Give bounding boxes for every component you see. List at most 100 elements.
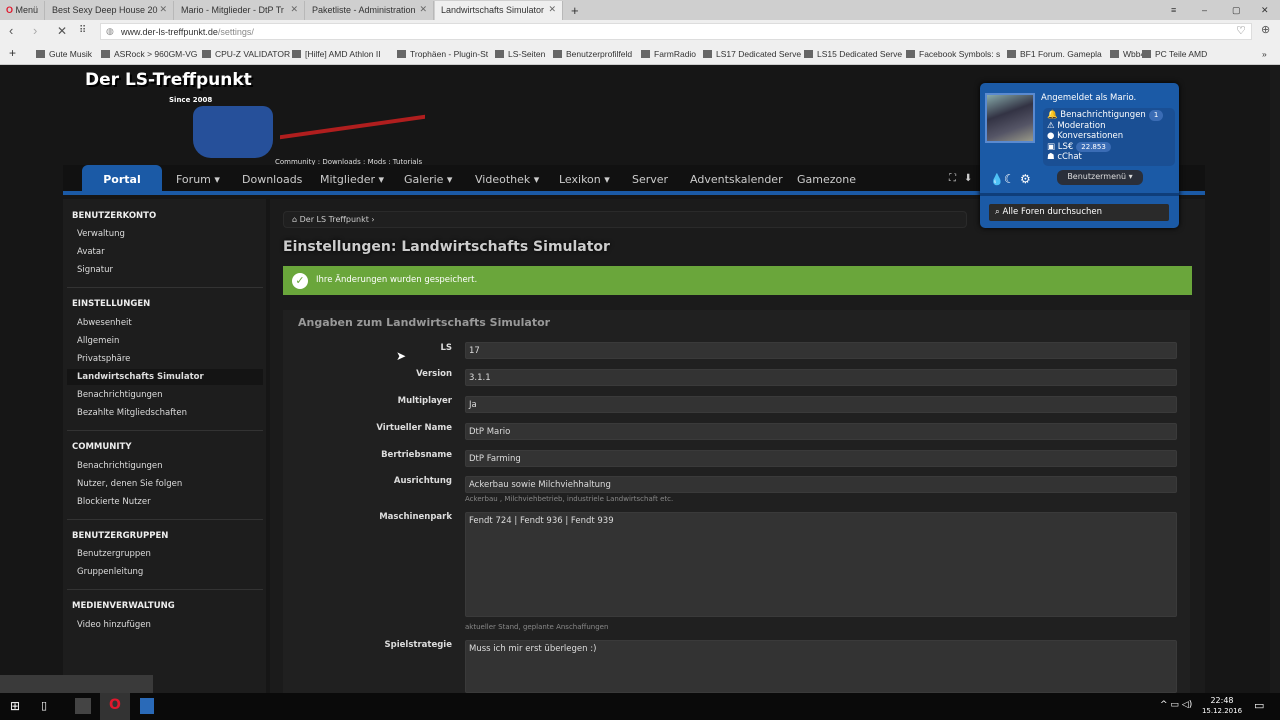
bookmark[interactable]: Facebook Symbols: s <box>906 49 1000 59</box>
opera-taskbar-icon[interactable]: O <box>100 693 130 720</box>
close-window-button[interactable]: ✕ <box>1255 1 1275 20</box>
multiplayer-field[interactable]: Ja <box>465 396 1177 413</box>
sidebar-item-avatar[interactable]: Avatar <box>77 247 105 257</box>
sidebar-item-landwirtschafts-simulator[interactable]: Landwirtschafts Simulator <box>67 369 263 385</box>
browser-tab-active[interactable]: Landwirtschafts Simulator ✕ <box>435 1 563 20</box>
stop-button[interactable]: ✕ <box>57 24 67 38</box>
bookmark[interactable]: BF1 Forum. Gamepla <box>1007 49 1102 59</box>
sidebar-item-signatur[interactable]: Signatur <box>77 265 113 275</box>
bookmark[interactable]: Benutzerprofilfeld <box>553 49 632 59</box>
bookmark[interactable]: Trophäen - Plugin-St <box>397 49 488 59</box>
browser-tab-bar: O Menü Best Sexy Deep House 20 ✕ Mario - … <box>0 0 1280 20</box>
gear-icon[interactable]: ⚙ <box>1020 172 1031 186</box>
add-bookmark-button[interactable]: + <box>9 46 16 60</box>
more-bookmarks-button[interactable]: » <box>1262 49 1267 59</box>
bookmark[interactable]: ASRock > 960GM-VG <box>101 49 197 59</box>
user-link-conversations[interactable]: ● Konversationen <box>1047 131 1171 142</box>
orientation-field[interactable]: Ackerbau sowie Milchviehhaltung <box>465 476 1177 493</box>
sidebar: BENUTZERKONTO Verwaltung Avatar Signatur… <box>63 199 266 693</box>
system-tray-icons[interactable]: ^ ▭ ◁) <box>1160 700 1192 710</box>
bookmark[interactable]: Gute Musik <box>36 49 92 59</box>
site-logo[interactable]: Der LS-Treffpunkt Since 2008 Community :… <box>85 70 430 168</box>
sidebar-item-nutzer-folgen[interactable]: Nutzer, denen Sie folgen <box>77 479 182 489</box>
sidebar-item-verwaltung[interactable]: Verwaltung <box>77 229 125 239</box>
user-menu-button[interactable]: Benutzermenü ▾ <box>1057 170 1143 185</box>
sidebar-item-benachrichtigungen-community[interactable]: Benachrichtigungen <box>77 461 163 471</box>
browser-tab[interactable]: Mario - Mitglieder - DtP Tr ✕ <box>175 1 305 20</box>
company-name-field[interactable]: DtP Farming <box>465 450 1177 467</box>
ls-field[interactable]: 17 <box>465 342 1177 359</box>
address-bar-row: ‹ › ✕ ⠿ ◍ www.der-ls-treffpunkt.de/settin… <box>0 20 1280 43</box>
sidebar-item-privatsphaere[interactable]: Privatsphäre <box>77 354 130 364</box>
browser-tab[interactable]: Paketliste - Administration ✕ <box>306 1 434 20</box>
sidebar-item-benutzergruppen[interactable]: Benutzergruppen <box>77 549 151 559</box>
nav-mitglieder[interactable]: Mitglieder ▾ <box>320 173 384 186</box>
virtual-name-field[interactable]: DtP Mario <box>465 423 1177 440</box>
heart-icon[interactable]: ♡ <box>1236 24 1246 37</box>
notification-icon[interactable]: ▭ <box>1254 699 1264 712</box>
opera-menu-button[interactable]: O Menü <box>0 1 45 20</box>
sidebar-item-bezahlte-mitgliedschaften[interactable]: Bezahlte Mitgliedschaften <box>77 408 187 418</box>
user-link-chat[interactable]: ☗ cChat <box>1047 152 1171 163</box>
nav-galerie[interactable]: Galerie ▾ <box>404 173 452 186</box>
nav-lexikon[interactable]: Lexikon ▾ <box>559 173 610 186</box>
sidebar-item-benachrichtigungen[interactable]: Benachrichtigungen <box>77 390 163 400</box>
user-link-notifications[interactable]: 🔔 Benachrichtigungen 1 <box>1047 110 1171 121</box>
url-input[interactable]: ◍ www.der-ls-treffpunkt.de/settings/ <box>100 23 1252 40</box>
page-title: Einstellungen: Landwirtschafts Simulator <box>283 239 610 255</box>
close-icon[interactable]: ✕ <box>159 4 167 15</box>
download-icon[interactable]: ⊕ <box>1261 23 1270 36</box>
sidebar-item-allgemein[interactable]: Allgemein <box>77 336 119 346</box>
task-view-icon[interactable]: ▯ <box>41 699 47 712</box>
nav-gamezone[interactable]: Gamezone <box>797 173 856 186</box>
tab-menu-icon[interactable]: ≡ <box>1165 1 1182 20</box>
drop-icon[interactable]: 💧 <box>990 173 1004 186</box>
search-input[interactable]: ⌕ Alle Foren durchsuchen <box>989 204 1169 221</box>
machinery-textarea[interactable]: Fendt 724 | Fendt 936 | Fendt 939 <box>465 512 1177 617</box>
taskbar-app-icon[interactable] <box>140 698 154 714</box>
close-icon[interactable]: ✕ <box>548 4 556 15</box>
nav-adventskalender[interactable]: Adventskalender <box>690 173 783 186</box>
sidebar-item-video-hinzufuegen[interactable]: Video hinzufügen <box>77 620 151 630</box>
taskbar-app-icon[interactable] <box>75 698 91 714</box>
close-icon[interactable]: ✕ <box>290 4 298 15</box>
user-link-moderation[interactable]: ⚠ Moderation <box>1047 121 1171 132</box>
nav-downloads[interactable]: Downloads <box>242 173 302 186</box>
user-link-currency[interactable]: ▣ LS€ 22.853 <box>1047 141 1171 152</box>
bookmark[interactable]: LS17 Dedicated Serve <box>703 49 801 59</box>
avatar[interactable] <box>985 93 1035 143</box>
version-field[interactable]: 3.1.1 <box>465 369 1177 386</box>
nav-videothek[interactable]: Videothek ▾ <box>475 173 539 186</box>
forward-button[interactable]: › <box>33 23 37 38</box>
back-button[interactable]: ‹ <box>9 23 13 38</box>
sidebar-item-blockierte-nutzer[interactable]: Blockierte Nutzer <box>77 497 151 507</box>
nav-forum[interactable]: Forum ▾ <box>176 173 220 186</box>
sidebar-item-abwesenheit[interactable]: Abwesenheit <box>77 318 132 328</box>
breadcrumb[interactable]: ⌂ Der LS Treffpunkt › <box>283 211 967 228</box>
bookmark[interactable]: PC Teile AMD <box>1142 49 1207 59</box>
new-tab-button[interactable]: + <box>565 0 585 18</box>
maximize-button[interactable]: ▢ <box>1226 1 1247 20</box>
mouse-cursor: ➤ <box>396 349 407 363</box>
minimize-button[interactable]: – <box>1196 1 1213 20</box>
close-icon[interactable]: ✕ <box>419 4 427 15</box>
bookmark[interactable]: CPU-Z VALIDATOR <box>202 49 290 59</box>
sitemap-icon[interactable]: ⛶ <box>949 173 956 184</box>
browser-tab[interactable]: Best Sexy Deep House 20 ✕ <box>46 1 174 20</box>
nav-server[interactable]: Server <box>632 173 668 186</box>
bookmark[interactable]: [Hilfe] AMD Athlon II <box>292 49 381 59</box>
windows-start-icon[interactable]: ⊞ <box>10 699 20 713</box>
bookmark[interactable]: LS-Seiten <box>495 49 545 59</box>
strategy-textarea[interactable]: Muss ich mir erst überlegen :) <box>465 640 1177 693</box>
home-icon: ⌂ <box>292 215 298 224</box>
bookmark[interactable]: Wbb4 <box>1110 49 1145 59</box>
nav-portal[interactable]: Portal <box>82 165 162 191</box>
status-tooltip <box>0 675 153 693</box>
scrollbar[interactable] <box>1270 65 1280 693</box>
sidebar-item-gruppenleitung[interactable]: Gruppenleitung <box>77 567 143 577</box>
moon-icon[interactable]: ☾ <box>1004 172 1015 186</box>
speed-dial-icon[interactable]: ⠿ <box>79 25 86 36</box>
bookmark[interactable]: FarmRadio <box>641 49 696 59</box>
bookmark[interactable]: LS15 Dedicated Serve <box>804 49 902 59</box>
arrow-down-icon[interactable]: ⬇ <box>964 173 972 184</box>
